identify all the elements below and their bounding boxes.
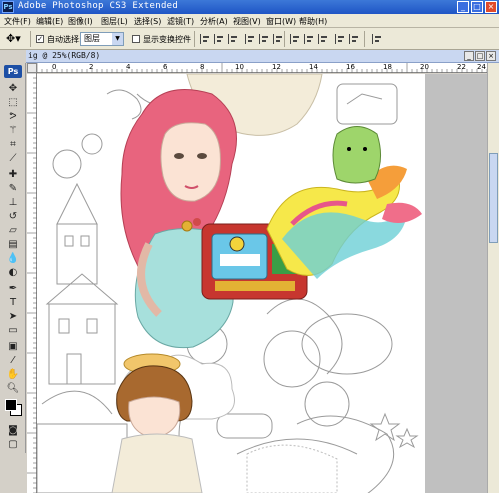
move-tool-icon[interactable]: ✥▾ (6, 32, 21, 45)
dodge-tool-icon[interactable]: ◐ (6, 267, 20, 279)
crop-tool-icon[interactable]: ⌗ (6, 139, 20, 151)
menu-filter[interactable]: 滤镜(T) (167, 16, 194, 27)
doc-minimize-button[interactable]: _ (464, 51, 474, 61)
screen-mode-icon[interactable]: ▢ (6, 439, 20, 451)
document-title-bar: ig @ 25%(RGB/8) _ □ × (26, 50, 499, 63)
distribute-left-icon[interactable] (335, 34, 345, 44)
menu-image[interactable]: 图像(I) (68, 16, 93, 27)
document-title: ig @ 25%(RGB/8) (28, 51, 101, 60)
title-bar: Ps Adobe Photoshop CS3 Extended _ □ × (0, 0, 499, 14)
close-button[interactable]: × (485, 1, 497, 13)
align-top-icon[interactable] (200, 34, 210, 44)
show-transform-label: 显示变换控件 (143, 35, 191, 44)
menu-file[interactable]: 文件(F) (4, 16, 31, 27)
ruler-number: 20 (420, 63, 429, 71)
ruler-number: 12 (272, 63, 281, 71)
vertical-scrollbar[interactable] (487, 63, 499, 493)
menu-view[interactable]: 视图(V) (233, 16, 261, 27)
distribute-top-icon[interactable] (290, 34, 300, 44)
ruler-number: 8 (200, 63, 205, 71)
eyedropper-tool-icon[interactable]: ⁄ (6, 355, 20, 367)
options-bar: ✥▾ ✓ 自动选择: 图层 ▼ 显示变换控件 (0, 28, 499, 50)
slice-tool-icon[interactable]: ⟋ (6, 153, 20, 165)
menu-select[interactable]: 选择(S) (134, 16, 161, 27)
menu-window[interactable]: 窗口(W) (266, 16, 296, 27)
brush-tool-icon[interactable]: ✎ (6, 183, 20, 195)
healing-brush-tool-icon[interactable]: ✚ (6, 169, 20, 181)
gradient-tool-icon[interactable]: ▤ (6, 239, 20, 251)
horizontal-ruler[interactable]: 0 2 4 6 8 10 12 14 16 18 20 22 24 (37, 63, 487, 73)
zoom-tool-icon[interactable]: 🔍︎ (6, 383, 20, 395)
ruler-number: 18 (383, 63, 392, 71)
type-tool-icon[interactable]: T (6, 297, 20, 309)
ruler-number: 22 (457, 63, 466, 71)
doc-maximize-button[interactable]: □ (475, 51, 485, 61)
toolbox: Ps ✥ ⬚ ᕗ ⚚ ⌗ ⟋ ✚ ✎ ⊥ ↺ ▱ ▤ 💧 ◐ ✒ T ➤ ▭ ▣… (0, 63, 26, 453)
lasso-tool-icon[interactable]: ᕗ (6, 111, 20, 123)
ruler-number: 4 (126, 63, 131, 71)
align-right-icon[interactable] (273, 34, 283, 44)
menu-bar: 文件(F) 编辑(E) 图像(I) 图层(L) 选择(S) 滤镜(T) 分析(A… (0, 14, 499, 28)
doc-close-button[interactable]: × (486, 51, 496, 61)
menu-help[interactable]: 帮助(H) (299, 16, 327, 27)
distribute-bottom-icon[interactable] (318, 34, 328, 44)
magic-wand-tool-icon[interactable]: ⚚ (6, 125, 20, 137)
chevron-down-icon: ▼ (112, 33, 123, 45)
pen-tool-icon[interactable]: ✒ (6, 283, 20, 295)
maximize-button[interactable]: □ (471, 1, 483, 13)
clone-stamp-tool-icon[interactable]: ⊥ (6, 197, 20, 209)
align-vcenter-icon[interactable] (214, 34, 224, 44)
auto-select-value: 图层 (84, 34, 100, 43)
ruler-number: 0 (52, 63, 57, 71)
document-canvas[interactable] (37, 74, 425, 493)
auto-select-checkbox[interactable]: ✓ (36, 35, 44, 43)
illustration-artwork (37, 74, 422, 493)
notes-tool-icon[interactable]: ▣ (6, 341, 20, 353)
scrollbar-thumb[interactable] (489, 153, 498, 243)
auto-select-label: 自动选择: (47, 35, 82, 44)
path-selection-tool-icon[interactable]: ➤ (6, 311, 20, 323)
divider (284, 31, 285, 47)
ruler-number: 24 (477, 63, 486, 71)
shape-tool-icon[interactable]: ▭ (6, 325, 20, 337)
marquee-tool-icon[interactable]: ⬚ (6, 97, 20, 109)
photoshop-logo: Ps (4, 65, 22, 78)
history-brush-tool-icon[interactable]: ↺ (6, 211, 20, 223)
divider (364, 31, 365, 47)
ruler-number: 14 (309, 63, 318, 71)
distribute-vcenter-icon[interactable] (304, 34, 314, 44)
eraser-tool-icon[interactable]: ▱ (6, 225, 20, 237)
show-transform-checkbox[interactable] (132, 35, 140, 43)
menu-edit[interactable]: 编辑(E) (36, 16, 63, 27)
hand-tool-icon[interactable]: ✋ (6, 369, 20, 381)
minimize-button[interactable]: _ (457, 1, 469, 13)
vertical-ruler[interactable] (27, 73, 37, 493)
ruler-origin[interactable] (27, 63, 37, 73)
distribute-hcenter-icon[interactable] (349, 34, 359, 44)
ruler-number: 10 (235, 63, 244, 71)
foreground-color-swatch[interactable] (5, 399, 17, 411)
divider (194, 31, 195, 47)
align-bottom-icon[interactable] (228, 34, 238, 44)
photoshop-app-icon: Ps (2, 1, 14, 13)
menu-analysis[interactable]: 分析(A) (200, 16, 228, 27)
window-title: Adobe Photoshop CS3 Extended (18, 1, 179, 11)
blur-tool-icon[interactable]: 💧 (6, 253, 20, 265)
move-tool-icon[interactable]: ✥ (6, 83, 20, 95)
ruler-number: 6 (163, 63, 168, 71)
menu-layer[interactable]: 图层(L) (101, 16, 128, 27)
ruler-number: 2 (89, 63, 94, 71)
quick-mask-icon[interactable]: ◙ (6, 425, 20, 437)
divider (30, 31, 31, 47)
auto-align-layers-icon[interactable] (372, 34, 382, 44)
align-hcenter-icon[interactable] (259, 34, 269, 44)
align-left-icon[interactable] (245, 34, 255, 44)
ruler-number: 16 (346, 63, 355, 71)
auto-select-dropdown[interactable]: 图层 ▼ (80, 32, 124, 46)
